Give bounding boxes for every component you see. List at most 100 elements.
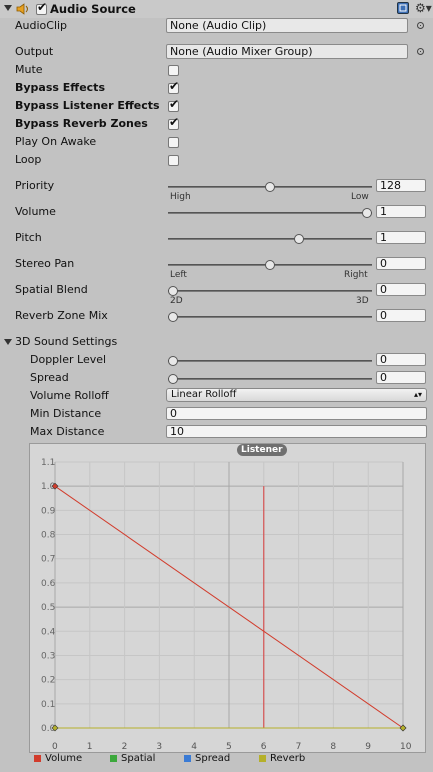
listener-badge: Listener	[237, 444, 287, 456]
x-tick-label: 3	[156, 742, 162, 752]
doppler-level-value-field[interactable]: 0	[376, 353, 426, 366]
stereo-pan-min-label: Left	[170, 270, 187, 280]
bypass-reverb-zones-label: Bypass Reverb Zones	[15, 117, 148, 130]
doppler-level-label: Doppler Level	[30, 353, 107, 366]
doppler-level-slider-track[interactable]	[168, 360, 372, 362]
legend-item-spatial: Spatial	[110, 753, 155, 765]
foldout-arrow-icon[interactable]	[4, 339, 12, 345]
spatial-blend-slider-thumb[interactable]	[168, 286, 178, 296]
output-field[interactable]: None (Audio Mixer Group)	[166, 44, 408, 59]
x-tick-label: 7	[296, 742, 302, 752]
legend-swatch	[110, 754, 117, 762]
volume-value-field[interactable]: 1	[376, 205, 426, 218]
mute-checkbox[interactable]	[168, 65, 179, 76]
max-distance-field[interactable]: 10	[166, 425, 427, 438]
sound-3d-title[interactable]: 3D Sound Settings	[15, 335, 117, 349]
listener-label: Listener	[241, 445, 283, 455]
reverb-zone-mix-slider-track[interactable]	[168, 316, 372, 318]
reverb-zone-mix-label: Reverb Zone Mix	[15, 309, 108, 322]
spread-slider-thumb[interactable]	[168, 374, 178, 384]
help-icon[interactable]	[397, 2, 409, 14]
stereo-pan-slider-thumb[interactable]	[265, 260, 275, 270]
dropdown-arrows-icon: ▴▾	[413, 390, 422, 399]
foldout-arrow-icon[interactable]	[4, 5, 12, 11]
spatial-blend-slider-track[interactable]	[168, 290, 372, 292]
rolloff-graph[interactable]: 0.0 0.1 0.2 0.3 0.4 0.5 0.6 0.7 0.8 0.9 1.0 1.1 0 1 2 3…	[29, 443, 426, 753]
play-on-awake-checkbox[interactable]	[168, 137, 179, 148]
y-tick-label: 0.1	[41, 700, 55, 710]
y-tick-label: 0.6	[41, 579, 56, 589]
bypass-listener-effects-checkbox[interactable]: ✔	[168, 98, 179, 112]
spatial-blend-max-label: 3D	[356, 296, 369, 306]
spatial-blend-value-field[interactable]: 0	[376, 283, 426, 296]
reverb-zone-mix-value-field[interactable]: 0	[376, 309, 426, 322]
object-picker-icon[interactable]	[417, 48, 424, 55]
pitch-slider-track[interactable]	[168, 238, 372, 240]
volume-rolloff-value: Linear Rolloff	[171, 389, 237, 400]
bypass-listener-effects-label: Bypass Listener Effects	[15, 99, 160, 112]
y-tick-label: 0.9	[41, 506, 56, 516]
spread-value-field[interactable]: 0	[376, 371, 426, 384]
y-tick-label: 0.7	[41, 555, 55, 565]
series-key-point	[399, 724, 407, 732]
x-tick-label: 9	[365, 742, 371, 752]
legend-swatch	[184, 754, 191, 762]
priority-label: Priority	[15, 179, 55, 192]
spatial-blend-label: Spatial Blend	[15, 283, 88, 296]
pitch-value-field[interactable]: 1	[376, 231, 426, 244]
legend-swatch	[259, 754, 266, 762]
priority-min-label: High	[170, 192, 191, 202]
legend-label: Volume	[45, 753, 83, 764]
object-picker-icon[interactable]	[417, 22, 424, 29]
component-enabled-checkbox[interactable]: ✔	[36, 1, 47, 15]
legend-label: Reverb	[270, 753, 306, 764]
y-tick-label: 1.1	[41, 458, 55, 468]
y-tick-label: 0.8	[41, 531, 56, 541]
max-distance-label: Max Distance	[30, 425, 105, 438]
volume-rolloff-dropdown[interactable]: Linear Rolloff ▴▾	[166, 388, 427, 402]
stereo-pan-max-label: Right	[344, 270, 368, 280]
audioclip-field[interactable]: None (Audio Clip)	[166, 18, 408, 33]
loop-checkbox[interactable]	[168, 155, 179, 166]
y-tick-label: 0.3	[41, 651, 55, 661]
legend-item-spread: Spread	[184, 753, 230, 765]
y-tick-label: 0.5	[41, 603, 55, 613]
speaker-icon	[16, 3, 30, 15]
spread-slider-track[interactable]	[168, 378, 372, 380]
mute-label: Mute	[15, 63, 43, 76]
audioclip-label: AudioClip	[15, 19, 68, 32]
rolloff-graph-svg: 0.00.10.20.30.40.50.60.70.80.91.01.10 1 2 3…	[41, 458, 412, 752]
legend-item-volume: Volume	[34, 753, 82, 765]
volume-slider-track[interactable]	[168, 212, 372, 214]
volume-rolloff-label: Volume Rolloff	[30, 389, 109, 402]
x-tick-label: 10	[400, 742, 412, 752]
x-tick-label: 6	[261, 742, 267, 752]
gear-icon[interactable]: ⚙▾	[415, 1, 432, 15]
bypass-reverb-zones-checkbox[interactable]: ✔	[168, 116, 179, 130]
pitch-slider-thumb[interactable]	[294, 234, 305, 244]
y-tick-label: 0.2	[41, 676, 55, 686]
spread-label: Spread	[30, 371, 69, 384]
play-on-awake-label: Play On Awake	[15, 135, 97, 148]
component-title: Audio Source	[50, 2, 136, 16]
legend-item-reverb: Reverb	[259, 753, 305, 765]
min-distance-field[interactable]: 0	[166, 407, 427, 420]
x-tick-label: 1	[87, 742, 93, 752]
legend-swatch	[34, 754, 41, 762]
legend-label: Spatial	[121, 753, 156, 764]
volume-slider-thumb[interactable]	[362, 208, 372, 218]
stereo-pan-label: Stereo Pan	[15, 257, 75, 270]
reverb-zone-mix-slider-thumb[interactable]	[168, 312, 178, 322]
priority-slider-thumb[interactable]	[265, 182, 275, 192]
output-label: Output	[15, 45, 54, 58]
bypass-effects-label: Bypass Effects	[15, 81, 105, 94]
spatial-blend-min-label: 2D	[170, 296, 183, 306]
priority-max-label: Low	[351, 192, 369, 202]
bypass-effects-checkbox[interactable]: ✔	[168, 80, 179, 94]
legend-label: Spread	[195, 753, 231, 764]
x-tick-label: 4	[191, 742, 197, 752]
priority-value-field[interactable]: 128	[376, 179, 426, 192]
doppler-level-slider-thumb[interactable]	[168, 356, 178, 366]
stereo-pan-value-field[interactable]: 0	[376, 257, 426, 270]
pitch-label: Pitch	[15, 231, 42, 244]
